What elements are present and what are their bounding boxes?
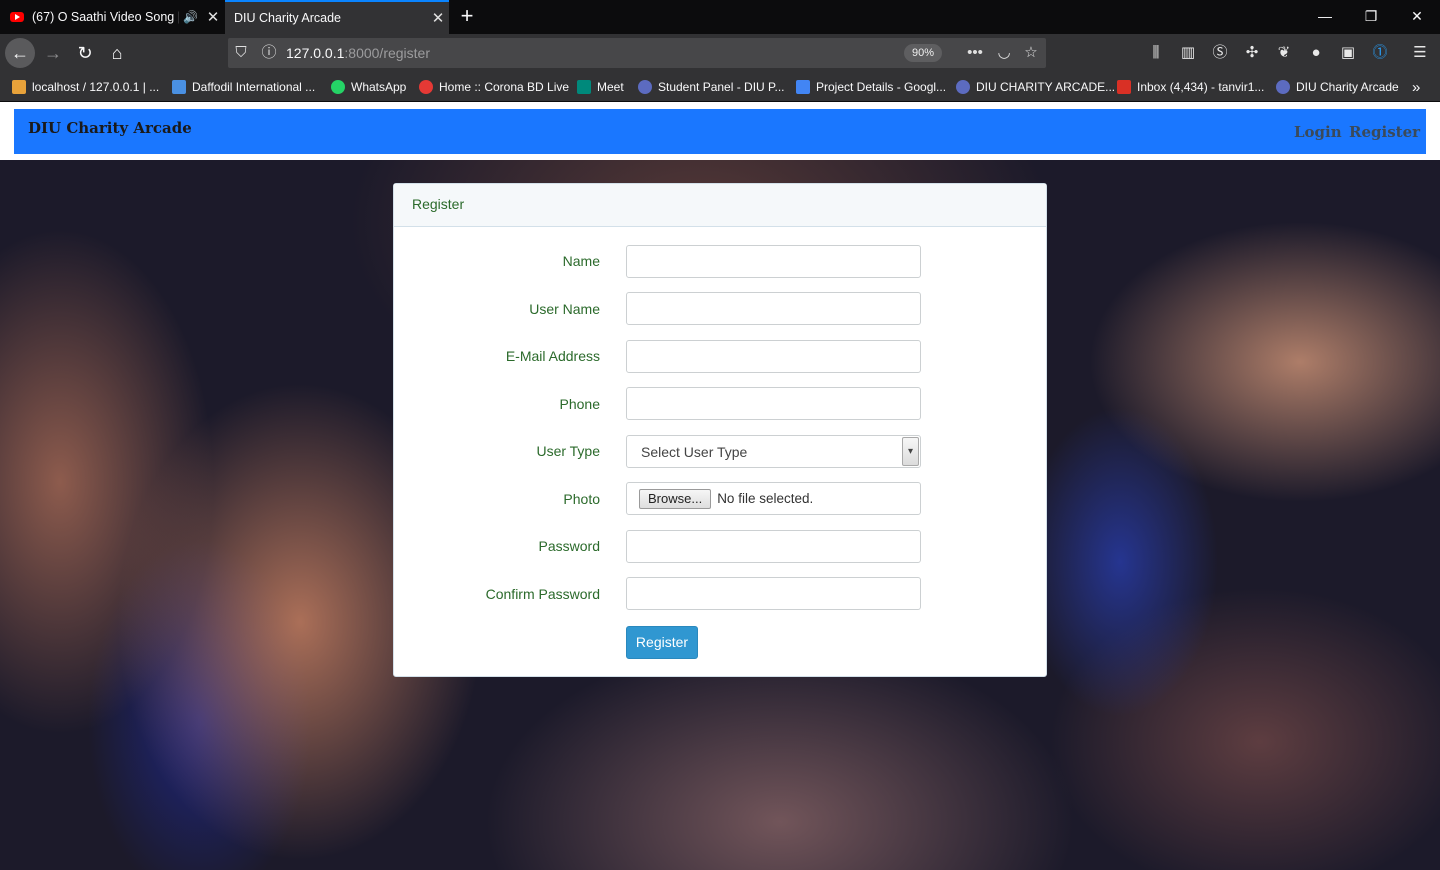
bookmark-label: Home :: Corona BD Live xyxy=(439,80,570,94)
site-brand[interactable]: DIU Charity Arcade xyxy=(28,119,192,137)
url-path: :8000/register xyxy=(344,45,430,61)
extension-lang-icon[interactable]: ▣ xyxy=(1334,38,1362,68)
bookmark-item[interactable]: Project Details - Googl... xyxy=(796,79,946,95)
bookmark-favicon-icon xyxy=(956,80,970,94)
bookmark-item[interactable]: Meet xyxy=(577,79,624,95)
meet-icon xyxy=(577,80,591,94)
user-type-select[interactable]: Select User Type ▾ xyxy=(626,435,921,468)
gmail-icon xyxy=(1117,80,1131,94)
photo-label: Photo xyxy=(563,491,600,507)
username-label: User Name xyxy=(529,301,600,317)
card-header: Register xyxy=(394,184,1046,227)
tab-strip: (67) O Saathi Video Song | B 🔊 ✕ DIU Cha… xyxy=(0,0,1440,34)
email-input[interactable] xyxy=(626,340,921,373)
bookmark-label: DIU CHARITY ARCADE... xyxy=(976,80,1116,94)
register-card: Register Name User Name E-Mail Address P… xyxy=(393,183,1047,677)
bookmark-favicon-icon xyxy=(1276,80,1290,94)
bookmark-label: WhatsApp xyxy=(351,80,407,94)
file-status: No file selected. xyxy=(717,491,814,506)
back-button[interactable]: ← xyxy=(5,38,35,68)
photo-file-input[interactable]: Browse... No file selected. xyxy=(626,482,921,515)
menu-icon[interactable]: ☰ xyxy=(1406,38,1434,68)
bookmark-item[interactable]: Home :: Corona BD Live xyxy=(419,79,569,95)
bookmark-label: Meet xyxy=(597,80,624,94)
url-bar[interactable]: ⛉ ⓘ 127.0.0.1:8000/register 90% ••• ◡ ☆ xyxy=(228,38,1046,68)
register-link[interactable]: Register xyxy=(1349,123,1420,141)
confirm-password-label: Confirm Password xyxy=(485,586,600,602)
bookmark-label: Daffodil International ... xyxy=(192,80,316,94)
bookmark-item[interactable]: DIU CHARITY ARCADE... xyxy=(956,79,1115,95)
home-button[interactable]: ⌂ xyxy=(102,38,132,68)
extension-password-icon[interactable]: ⓵ xyxy=(1366,38,1394,68)
bookmark-label: Project Details - Googl... xyxy=(816,80,947,94)
bookmark-item[interactable]: Student Panel - DIU P... xyxy=(638,79,785,95)
bookmark-label: Student Panel - DIU P... xyxy=(658,80,785,94)
browser-toolbar: ← → ↻ ⌂ ⛉ ⓘ 127.0.0.1:8000/register 90% … xyxy=(0,34,1440,72)
extension-flame-icon[interactable]: ❦ xyxy=(1270,38,1298,68)
bookmarks-overflow-icon[interactable]: » xyxy=(1412,79,1420,96)
tab-title: DIU Charity Arcade xyxy=(234,11,341,25)
whatsapp-icon xyxy=(331,80,345,94)
page-actions-icon[interactable]: ••• xyxy=(964,42,986,64)
extension-s-icon[interactable]: Ⓢ xyxy=(1206,38,1234,68)
site-header: DIU Charity Arcade Login Register xyxy=(0,102,1440,160)
account-icon[interactable]: ● xyxy=(1302,38,1330,68)
url-host: 127.0.0.1 xyxy=(286,45,345,61)
new-tab-button[interactable]: + xyxy=(455,3,479,29)
library-icon[interactable]: ⫼ xyxy=(1142,38,1170,68)
bookmark-label: Inbox (4,434) - tanvir1... xyxy=(1137,80,1265,94)
sidebar-icon[interactable]: ▥ xyxy=(1174,38,1202,68)
zoom-badge[interactable]: 90% xyxy=(904,44,943,62)
tab-youtube[interactable]: (67) O Saathi Video Song | B 🔊 ✕ xyxy=(0,0,224,34)
tracking-shield-icon[interactable]: ⛉ xyxy=(230,42,252,64)
user-type-selected: Select User Type xyxy=(641,443,748,460)
password-label: Password xyxy=(538,538,600,554)
forward-button[interactable]: → xyxy=(38,38,68,68)
bookmark-item[interactable]: Inbox (4,434) - tanvir1... xyxy=(1117,79,1264,95)
phone-input[interactable] xyxy=(626,387,921,420)
minimize-button[interactable]: — xyxy=(1302,0,1348,34)
bookmark-item[interactable]: DIU Charity Arcade xyxy=(1276,79,1399,95)
speaker-icon[interactable]: 🔊 xyxy=(183,10,198,24)
close-tab-icon[interactable]: ✕ xyxy=(427,9,449,27)
close-window-button[interactable]: ✕ xyxy=(1394,0,1440,34)
username-input[interactable] xyxy=(626,292,921,325)
reload-button[interactable]: ↻ xyxy=(70,38,100,68)
register-submit-button[interactable]: Register xyxy=(626,626,698,659)
bookmark-label: DIU Charity Arcade xyxy=(1296,80,1399,94)
google-docs-icon xyxy=(796,80,810,94)
password-input[interactable] xyxy=(626,530,921,563)
bookmark-item[interactable]: Daffodil International ... xyxy=(172,79,315,95)
user-type-label: User Type xyxy=(536,443,600,459)
name-input[interactable] xyxy=(626,245,921,278)
youtube-icon xyxy=(10,12,24,22)
bookmark-favicon-icon xyxy=(172,80,186,94)
bookmark-favicon-icon xyxy=(419,80,433,94)
bookmark-label: localhost / 127.0.0.1 | ... xyxy=(32,80,160,94)
site-info-icon[interactable]: ⓘ xyxy=(258,42,280,64)
bookmark-item[interactable]: WhatsApp xyxy=(331,79,406,95)
bookmark-favicon-icon xyxy=(12,80,26,94)
close-tab-icon[interactable]: ✕ xyxy=(202,8,224,26)
browse-button[interactable]: Browse... xyxy=(639,488,712,509)
tab-title: (67) O Saathi Video Song | B xyxy=(32,10,180,24)
tab-diu-charity[interactable]: DIU Charity Arcade ✕ xyxy=(225,0,449,34)
page-viewport: DIU Charity Arcade Login Register Regist… xyxy=(0,102,1440,870)
site-navbar: DIU Charity Arcade Login Register xyxy=(14,109,1426,154)
url-text[interactable]: 127.0.0.1:8000/register xyxy=(286,45,430,61)
name-label: Name xyxy=(562,253,600,269)
chevron-down-icon[interactable]: ▾ xyxy=(902,437,919,466)
extension-translate-icon[interactable]: ✣ xyxy=(1238,38,1266,68)
phone-label: Phone xyxy=(559,396,600,412)
bookmarks-bar: localhost / 127.0.0.1 | ... Daffodil Int… xyxy=(0,72,1440,102)
confirm-password-input[interactable] xyxy=(626,577,921,610)
restore-button[interactable]: ❐ xyxy=(1348,0,1394,34)
email-label: E-Mail Address xyxy=(505,348,600,364)
pocket-icon[interactable]: ◡ xyxy=(993,42,1015,64)
login-link[interactable]: Login xyxy=(1294,123,1342,141)
bookmark-favicon-icon xyxy=(638,80,652,94)
bookmark-item[interactable]: localhost / 127.0.0.1 | ... xyxy=(12,79,159,95)
bookmark-star-icon[interactable]: ☆ xyxy=(1020,42,1042,64)
